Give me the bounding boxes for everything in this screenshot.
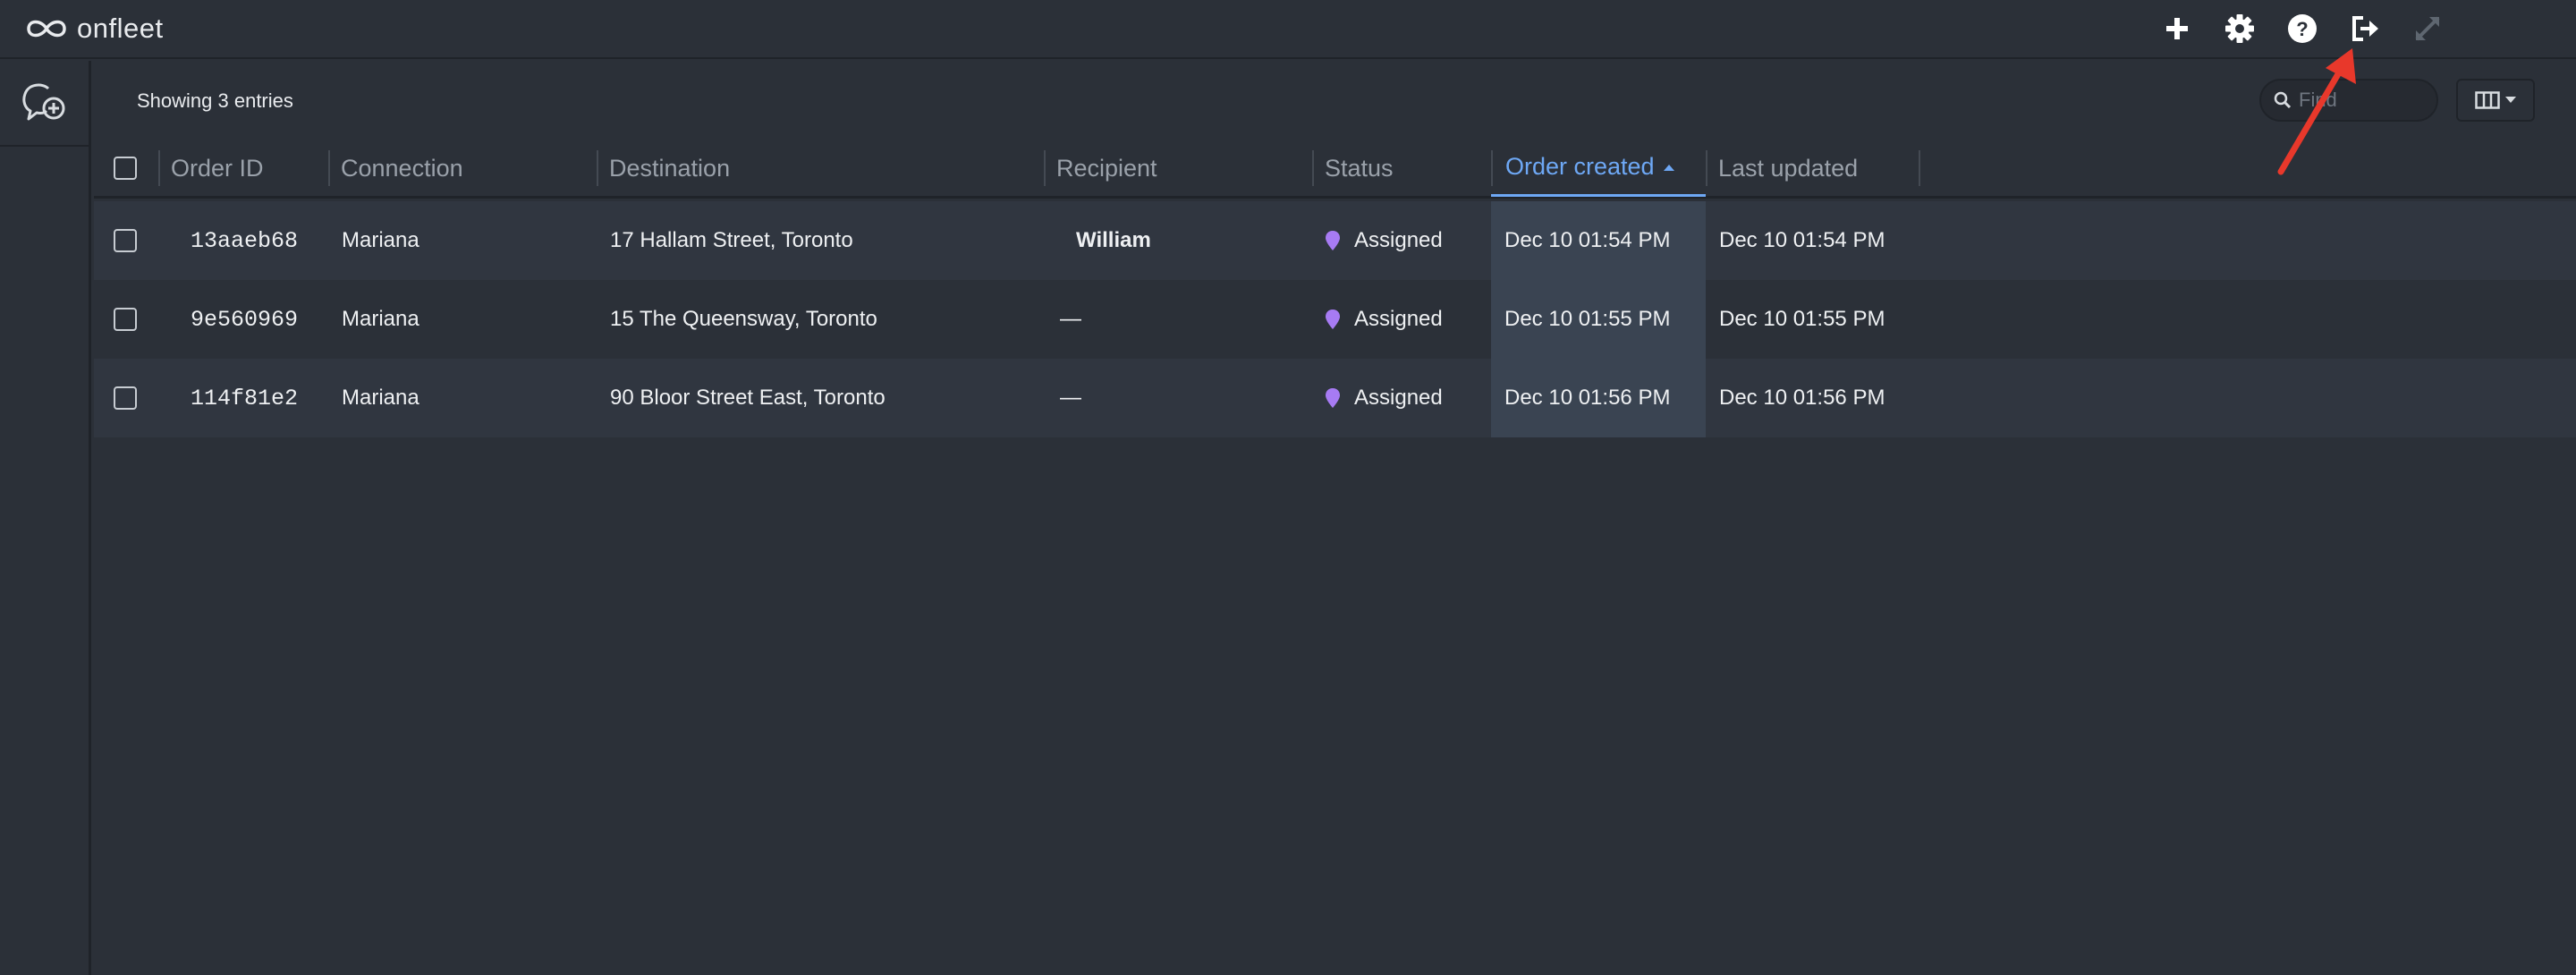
svg-text:?: ? [2296,18,2308,40]
status-label: Assigned [1354,307,1443,331]
column-header-last-updated[interactable]: Last updated [1706,140,1920,197]
status-cell: Assigned [1326,280,1443,359]
status-label: Assigned [1354,228,1443,252]
find-box[interactable] [2259,79,2438,122]
order-id-cell: 13aaeb68 [191,227,299,254]
column-header-status[interactable]: Status [1312,140,1491,197]
column-label: Order created [1505,153,1655,180]
table-row[interactable]: 114f81e2 Mariana 90 Bloor Street East, T… [94,359,2576,437]
row-checkbox-cell [114,359,137,437]
gear-icon [2225,14,2254,43]
column-header-order-id[interactable]: Order ID [158,140,328,197]
settings-button[interactable] [2220,9,2259,48]
table-toolbar: Showing 3 entries [94,61,2576,140]
connection-cell: Mariana [342,307,419,331]
add-icon [2166,18,2188,39]
find-input[interactable] [2299,89,2433,112]
order-created-cell: Dec 10 01:55 PM [1504,307,1671,331]
map-pin-icon [1326,388,1340,408]
table-header: Order ID Connection Destination Recipien… [94,140,2576,199]
column-separator [1919,150,1920,186]
column-label: Last updated [1718,154,1859,182]
select-all-checkbox[interactable] [114,157,137,180]
help-button[interactable]: ? [2283,9,2322,48]
column-header-recipient[interactable]: Recipient [1044,140,1312,197]
column-header-destination[interactable]: Destination [597,140,1044,197]
row-checkbox[interactable] [114,386,137,410]
order-created-cell: Dec 10 01:56 PM [1504,386,1671,410]
column-label: Recipient [1056,154,1157,182]
entries-count: Showing 3 entries [137,89,293,112]
add-button[interactable] [2157,9,2197,48]
order-created-cell: Dec 10 01:54 PM [1504,228,1671,252]
row-checkbox[interactable] [114,308,137,331]
select-all-cell [114,140,149,197]
sort-ascending-icon [1663,164,1674,171]
row-checkbox[interactable] [114,229,137,252]
column-label: Status [1325,154,1394,182]
row-checkbox-cell [114,201,137,280]
connection-cell: Mariana [342,228,419,252]
destination-cell: 90 Bloor Street East, Toronto [610,386,886,410]
infinity-logo-icon [27,20,66,38]
column-separator [328,150,330,186]
recipient-cell[interactable]: William [1076,201,1151,280]
onfleet-logo[interactable]: onfleet [25,11,164,47]
last-updated-cell: Dec 10 01:55 PM [1719,307,1885,331]
destination-cell: 17 Hallam Street, Toronto [610,228,853,252]
last-updated-cell: Dec 10 01:56 PM [1719,386,1885,410]
table-row[interactable]: 9e560969 Mariana 15 The Queensway, Toron… [94,280,2576,359]
connection-cell: Mariana [342,386,419,410]
top-bar: onfleet ? [0,0,2576,59]
column-separator [1491,150,1493,186]
row-checkbox-cell [114,280,137,359]
last-updated-cell: Dec 10 01:54 PM [1719,228,1885,252]
destination-cell: 15 The Queensway, Toronto [610,307,877,331]
main-content: Showing 3 entries Order ID [94,61,2576,975]
help-icon: ? [2288,14,2317,43]
column-header-order-created[interactable]: Order created [1491,140,1706,197]
add-connection-button[interactable] [0,61,89,147]
chevron-down-icon [2505,97,2516,103]
order-id-cell: 9e560969 [191,306,299,333]
logout-icon [2352,16,2378,41]
column-separator [1312,150,1314,186]
map-pin-icon [1326,309,1340,329]
column-label: Destination [609,154,731,182]
recipient-cell: — [1060,307,1081,331]
column-separator [1044,150,1046,186]
logout-button[interactable] [2345,9,2385,48]
column-header-connection[interactable]: Connection [328,140,597,197]
column-separator [1706,150,1707,186]
columns-icon [2475,91,2500,109]
status-cell: Assigned [1326,359,1443,437]
map-pin-icon [1326,231,1340,250]
recipient-cell: — [1060,386,1081,410]
status-cell: Assigned [1326,201,1443,280]
order-id-cell: 114f81e2 [191,385,299,411]
expand-icon [2415,16,2440,41]
expand-button[interactable] [2408,9,2447,48]
add-chat-bubble-icon [21,83,64,121]
table-row[interactable]: 13aaeb68 Mariana 17 Hallam Street, Toron… [94,201,2576,280]
search-icon [2274,91,2292,109]
logo-text: onfleet [77,13,164,44]
status-label: Assigned [1354,386,1443,410]
column-separator [597,150,598,186]
column-label: Order ID [171,154,264,182]
column-label: Connection [341,154,463,182]
column-separator [158,150,160,186]
column-picker-button[interactable] [2456,79,2535,122]
left-rail [0,61,91,975]
